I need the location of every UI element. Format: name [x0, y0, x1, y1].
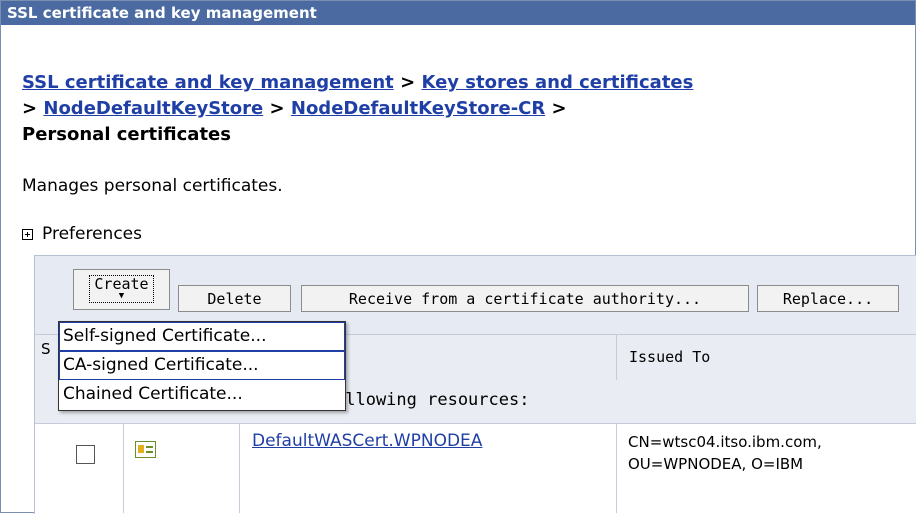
delete-button[interactable]: Delete	[178, 285, 291, 312]
breadcrumb-ssl-management-link[interactable]: SSL certificate and key management	[22, 72, 394, 93]
breadcrumb-separator: >	[269, 98, 285, 119]
breadcrumb-nodedefaultkeystore-link[interactable]: NodeDefaultKeyStore	[43, 98, 263, 119]
menu-item-ca-signed[interactable]: CA-signed Certificate...	[59, 351, 345, 380]
breadcrumb-separator: >	[551, 98, 567, 119]
page-title: Personal certificates	[22, 124, 231, 145]
breadcrumb-separator: >	[22, 98, 38, 119]
row-select-checkbox[interactable]	[76, 445, 95, 464]
create-button-label: Create	[94, 275, 149, 293]
expand-plus-icon	[22, 228, 33, 240]
preferences-toggle[interactable]: Preferences	[22, 224, 142, 244]
breadcrumb: SSL certificate and key management > Key…	[22, 70, 912, 148]
issued-to-column-header[interactable]: Issued To	[616, 334, 916, 380]
breadcrumb-separator: >	[400, 72, 416, 93]
certificate-alias-link[interactable]: DefaultWASCert.WPNODEA	[252, 431, 482, 451]
chevron-down-icon: ▼	[118, 291, 125, 301]
column-divider	[123, 424, 124, 513]
window-title: SSL certificate and key management	[1, 1, 915, 25]
column-divider	[616, 424, 617, 513]
filter-text: ollowing resources:	[335, 390, 530, 410]
menu-item-self-signed[interactable]: Self-signed Certificate...	[59, 322, 345, 351]
issued-to-line2: OU=WPNODEA, O=IBM	[628, 455, 804, 473]
page-description: Manages personal certificates.	[22, 176, 283, 196]
replace-button[interactable]: Replace...	[757, 285, 899, 312]
create-dropdown-menu: Self-signed Certificate... CA-signed Cer…	[58, 321, 346, 411]
breadcrumb-nodedefaultkeystore-cr-link[interactable]: NodeDefaultKeyStore-CR	[291, 98, 545, 119]
create-button-focus: Create ▼	[89, 275, 154, 303]
create-button[interactable]: Create ▼	[73, 269, 170, 310]
issued-to-line1: CN=wtsc04.itso.ibm.com,	[628, 433, 822, 451]
certificate-icon	[135, 441, 156, 458]
issued-to-value: CN=wtsc04.itso.ibm.com, OU=WPNODEA, O=IB…	[628, 431, 822, 475]
breadcrumb-keystores-link[interactable]: Key stores and certificates	[421, 72, 693, 93]
column-divider	[239, 424, 240, 513]
preferences-label: Preferences	[42, 224, 142, 244]
menu-item-chained[interactable]: Chained Certificate...	[59, 380, 345, 409]
select-column-header[interactable]: S	[41, 340, 51, 358]
receive-from-ca-button[interactable]: Receive from a certificate authority...	[301, 285, 749, 312]
